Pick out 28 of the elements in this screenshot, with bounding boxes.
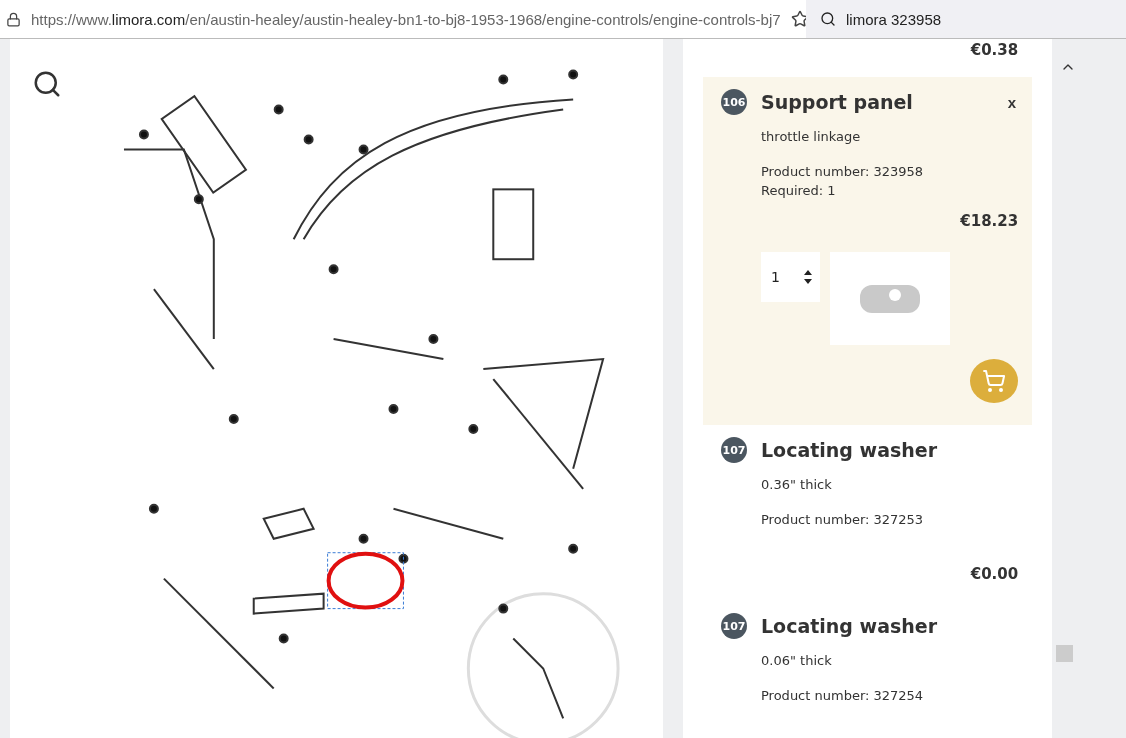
part-title: Locating washer [761,439,939,461]
part-price: €0.00 [970,565,1019,583]
part-description: throttle linkage [761,129,862,144]
part-description: 0.06" thick [761,653,833,668]
part-price: €0.38 [970,41,1019,59]
quantity-field[interactable]: 1 [761,252,820,302]
address-bar[interactable]: https://www.limora.com/en/austin-healey/austin-healey-bn1-to-bj8-1953-1968/engine-controls/engine-controls-bj7 [31,10,781,28]
search-icon[interactable] [32,69,62,99]
part-number-badge: 107 [721,437,747,463]
part-price: €18.23 [960,212,1019,230]
browser-search-field[interactable]: limora 323958 [806,0,1126,38]
part-title: Support panel [761,91,914,113]
part-description: 0.36" thick [761,477,833,492]
part-number-badge: 106 [721,89,747,115]
product-number: Product number: 327254 [761,688,925,703]
search-icon [820,11,836,27]
lock-icon [6,11,21,27]
part-title: Locating washer [761,615,939,637]
spinner-icon [804,270,812,284]
product-number: Product number: 327253 [761,512,925,527]
selected-part-card[interactable]: 106 Support panel x throttle linkage Product number: 323958 Required: 1 €18.23 1 [703,77,1033,425]
required-count: Required: 1 [761,183,837,198]
scrollbar-thumb[interactable] [1056,645,1074,662]
product-number: Product number: 323958 [761,164,925,179]
cart-icon [982,369,1007,393]
part-number-badge: 107 [721,613,747,639]
close-button[interactable]: x [1005,93,1019,111]
star-icon[interactable] [790,10,806,28]
